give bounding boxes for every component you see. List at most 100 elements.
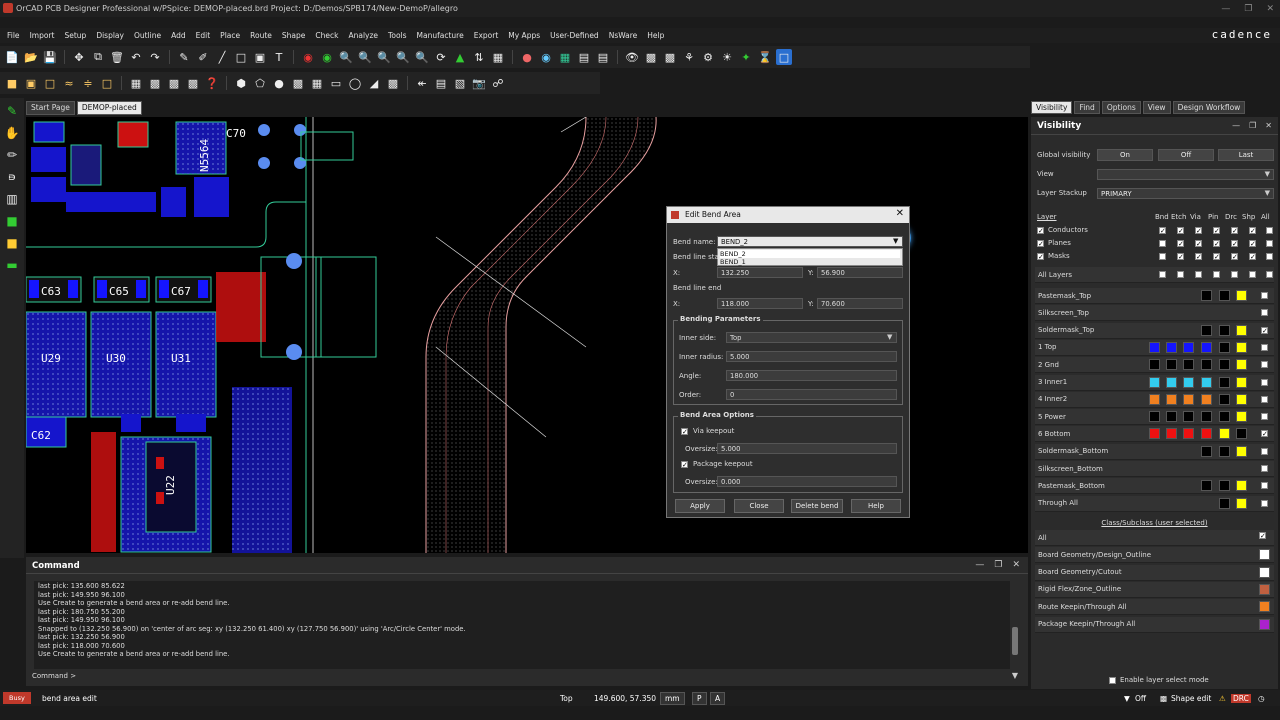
layer-color-swatch[interactable]	[1183, 359, 1194, 371]
column-checkbox[interactable]	[1177, 253, 1184, 260]
slide-icon[interactable]: ≑	[80, 75, 96, 91]
layer-all-checkbox[interactable]	[1261, 343, 1268, 351]
menu-edit[interactable]: Edit	[191, 31, 216, 40]
eye-icon[interactable]: 👁	[624, 49, 640, 65]
color-icon[interactable]: ◉	[538, 49, 554, 65]
layer-color-swatch[interactable]	[1166, 359, 1177, 371]
bend-icon[interactable]: ■	[4, 236, 20, 252]
menu-user-defined[interactable]: User-Defined	[545, 31, 604, 40]
class-color-swatch[interactable]	[1259, 549, 1270, 561]
undo-icon[interactable]: ↶	[128, 49, 144, 65]
column-checkbox[interactable]	[1266, 253, 1273, 260]
column-checkbox[interactable]	[1213, 253, 1220, 260]
fanout-icon[interactable]: ☍	[490, 75, 506, 91]
close-icon[interactable]: ✕	[1266, 4, 1274, 14]
float-icon[interactable]: ❐	[1249, 121, 1256, 130]
apply-button[interactable]: Apply	[675, 499, 725, 513]
sun-icon[interactable]: ☀	[719, 49, 735, 65]
layer-color-swatch[interactable]	[1166, 376, 1177, 388]
layer-color-swatch[interactable]	[1219, 290, 1230, 301]
layer-color-swatch[interactable]	[1149, 359, 1160, 371]
layer-color-swatch[interactable]	[1236, 428, 1247, 440]
new-file-icon[interactable]: 📄	[4, 49, 20, 65]
delete-bend-button[interactable]: Delete bend	[791, 499, 843, 513]
layer-color-swatch[interactable]	[1219, 445, 1230, 457]
open-folder-icon[interactable]: 📂	[23, 49, 39, 65]
graph-icon[interactable]: ▥	[4, 192, 20, 208]
layer-color-swatch[interactable]	[1201, 341, 1212, 353]
layer-color-swatch[interactable]	[1201, 445, 1212, 457]
layer-color-swatch[interactable]	[1201, 290, 1212, 301]
column-checkbox[interactable]	[1159, 227, 1166, 234]
menu-help[interactable]: Help	[642, 31, 669, 40]
layer-color-swatch[interactable]	[1236, 376, 1247, 388]
layer-all-checkbox[interactable]	[1261, 395, 1268, 403]
shape-add-icon[interactable]: ▩	[147, 75, 163, 91]
drc-go-icon[interactable]: ◉	[319, 49, 335, 65]
menu-route[interactable]: Route	[245, 31, 277, 40]
column-checkbox[interactable]	[1231, 271, 1238, 278]
layer-color-swatch[interactable]	[1219, 324, 1230, 336]
tab-demop-placed[interactable]: DEMOP-placed	[76, 101, 142, 115]
layer-color-swatch[interactable]	[1236, 359, 1247, 371]
status-shape-edit[interactable]: Shape edit	[1171, 694, 1211, 703]
menu-display[interactable]: Display	[91, 31, 129, 40]
tab-find[interactable]: Find	[1074, 101, 1100, 114]
shape-delete-icon[interactable]: ▩	[385, 75, 401, 91]
shape-merge-icon[interactable]: ▩	[185, 75, 201, 91]
redraw-icon[interactable]: ⟳	[433, 49, 449, 65]
column-checkbox[interactable]	[1266, 240, 1273, 247]
zoom-in-icon[interactable]: 🔍	[357, 49, 373, 65]
menu-tools[interactable]: Tools	[383, 31, 411, 40]
layer-color-swatch[interactable]	[1183, 341, 1194, 353]
save-icon[interactable]: 💾	[42, 49, 58, 65]
float-icon[interactable]: ❐	[994, 560, 1002, 570]
class-subclass-link[interactable]: Class/Subclass (user selected)	[1031, 519, 1278, 527]
tab-view[interactable]: View	[1142, 101, 1171, 114]
flip-icon[interactable]: ⇅	[471, 49, 487, 65]
palette-icon[interactable]: ●	[519, 49, 535, 65]
chevron-down-icon[interactable]: ▼	[887, 333, 892, 341]
layer-all-checkbox[interactable]	[1261, 309, 1268, 317]
status-units[interactable]: mm	[660, 691, 685, 705]
layer-color-swatch[interactable]	[1219, 359, 1230, 371]
bend-option[interactable]: BEND_1	[720, 258, 900, 266]
dim-icon[interactable]: ↞	[414, 75, 430, 91]
layer-color-swatch[interactable]	[1201, 324, 1212, 336]
layer-color-swatch[interactable]	[1219, 497, 1230, 509]
close-icon[interactable]: ✕	[896, 208, 904, 219]
angle-input[interactable]: 180.000	[726, 370, 897, 381]
column-checkbox[interactable]	[1159, 240, 1166, 247]
close-icon[interactable]: ✕	[1012, 560, 1020, 570]
delete-icon[interactable]: 🗑	[109, 49, 125, 65]
menu-nsware[interactable]: NsWare	[604, 31, 643, 40]
shape-fill-icon[interactable]: ⬢	[233, 75, 249, 91]
place-manual-icon[interactable]: ▣	[23, 75, 39, 91]
restore-icon[interactable]: ❐	[1244, 4, 1252, 14]
shape-void-icon[interactable]: ⬠	[252, 75, 268, 91]
place-icon[interactable]: ■	[4, 75, 20, 91]
measure-icon[interactable]: ▤	[433, 75, 449, 91]
column-checkbox[interactable]	[1195, 240, 1202, 247]
status-drc[interactable]: DRC	[1231, 693, 1251, 703]
3d-view-icon[interactable]: ▲	[452, 49, 468, 65]
command-prompt[interactable]: Command >	[32, 672, 76, 680]
zoom-fit-icon[interactable]: 🔍	[338, 49, 354, 65]
pin-icon[interactable]: ✎	[176, 49, 192, 65]
package-keepout-checkbox[interactable]	[681, 461, 688, 468]
layer-all-checkbox[interactable]	[1261, 378, 1268, 386]
spread-icon[interactable]: □	[99, 75, 115, 91]
stack-icon[interactable]: ▤	[576, 49, 592, 65]
layer-color-swatch[interactable]	[1166, 428, 1177, 440]
column-checkbox[interactable]	[1177, 240, 1184, 247]
tab-visibility[interactable]: Visibility	[1031, 101, 1073, 114]
column-checkbox[interactable]	[1195, 253, 1202, 260]
shape-circ-icon[interactable]: ◯	[347, 75, 363, 91]
layer-color-swatch[interactable]	[1219, 428, 1230, 440]
copy-icon[interactable]: ⧉	[90, 49, 106, 65]
column-checkbox[interactable]	[1177, 227, 1184, 234]
column-checkbox[interactable]	[1249, 271, 1256, 278]
add-rect-icon[interactable]: □	[233, 49, 249, 65]
dehighlight-icon[interactable]: ▩	[662, 49, 678, 65]
start-x-input[interactable]: 132.250	[717, 267, 803, 278]
